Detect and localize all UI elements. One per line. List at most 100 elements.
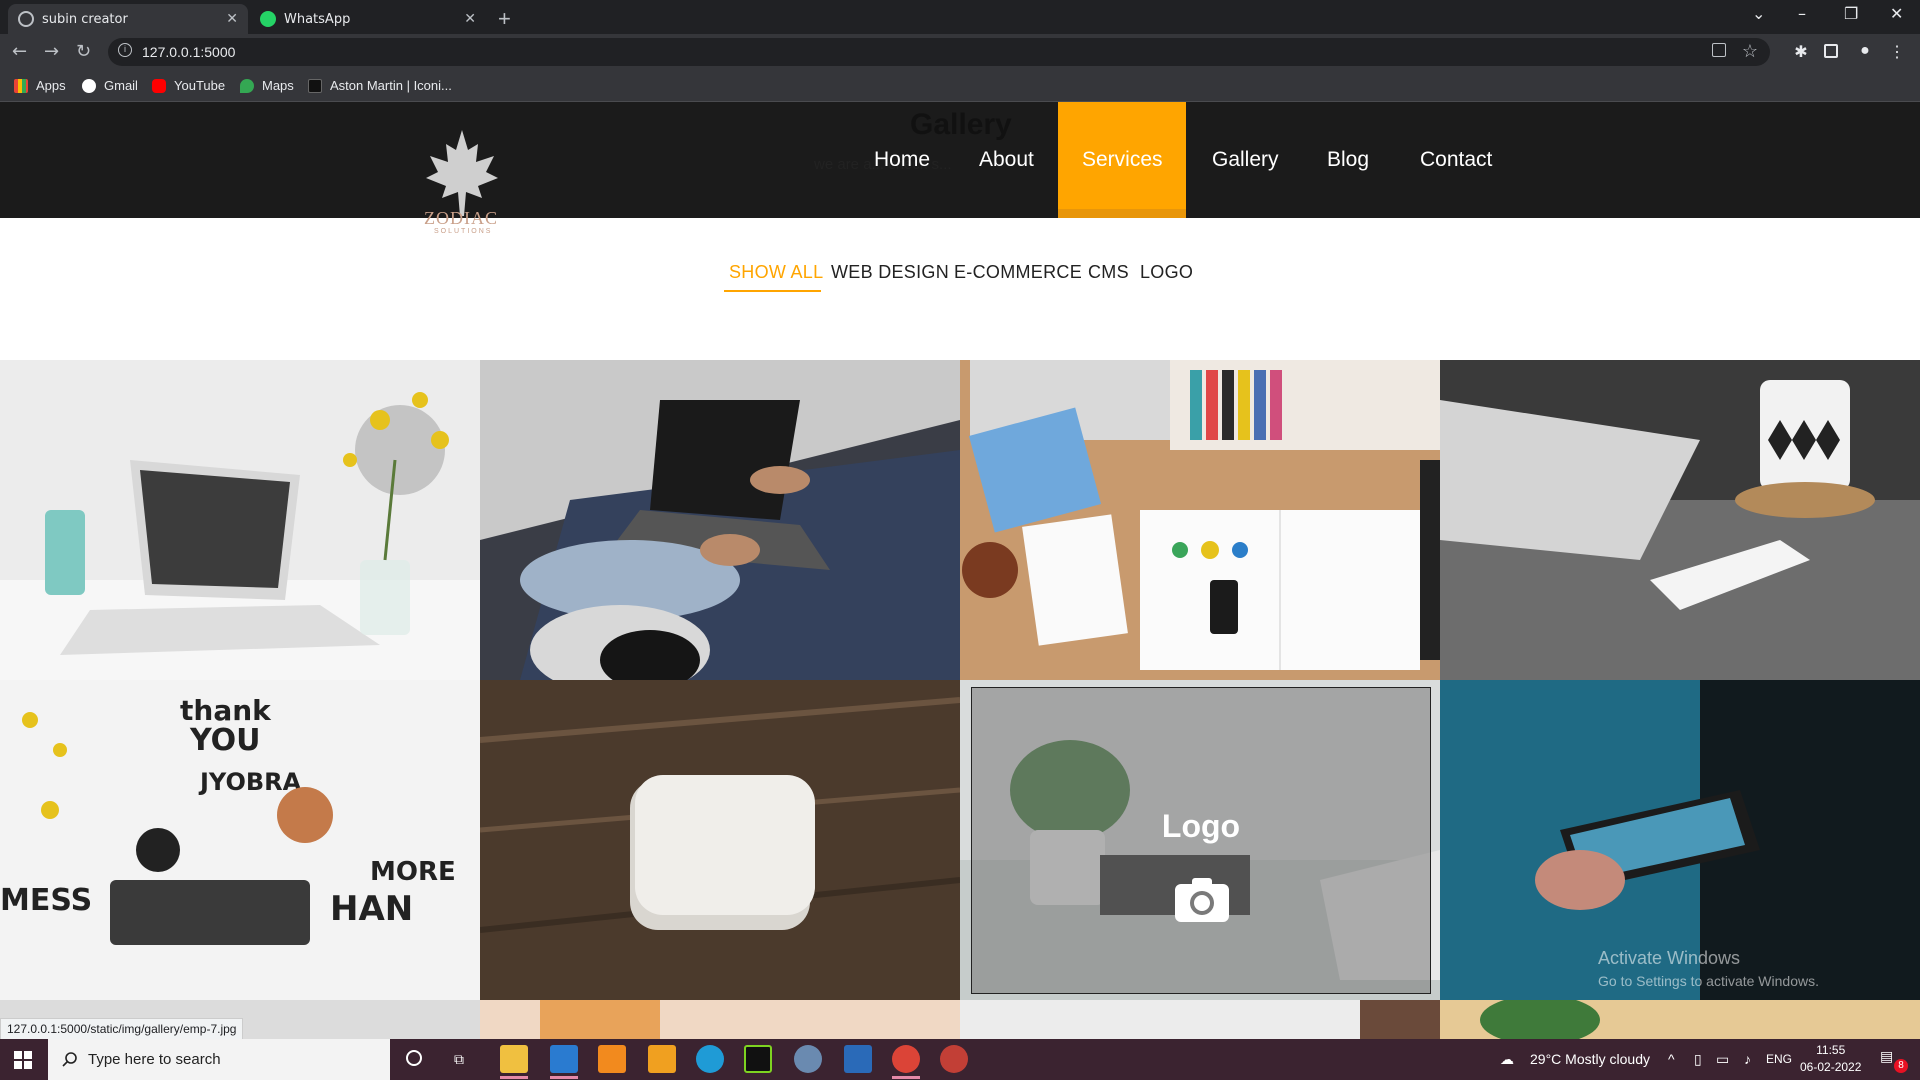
gallery-item-desk-books[interactable] bbox=[960, 360, 1440, 680]
taskbar-clock[interactable]: 11:55 06-02-2022 bbox=[1800, 1042, 1861, 1076]
pycharm-icon[interactable] bbox=[744, 1045, 772, 1073]
gallery-item-row3-4[interactable] bbox=[1440, 1000, 1920, 1039]
cortana-icon[interactable] bbox=[406, 1050, 422, 1066]
gallery-image bbox=[0, 360, 480, 680]
nav-blog[interactable]: Blog bbox=[1303, 102, 1393, 218]
status-link-preview: 127.0.0.1:5000/static/img/gallery/emp-7.… bbox=[0, 1018, 244, 1039]
gallery-item-man-laptop-dog[interactable] bbox=[480, 360, 960, 680]
minimize-button[interactable]: – bbox=[1798, 4, 1806, 23]
gallery-image bbox=[1440, 360, 1920, 680]
youtube-icon bbox=[152, 78, 166, 93]
gallery-filters: SHOW ALL WEB DESIGN E-COMMERCE CMS LOGO bbox=[0, 262, 1920, 292]
volume-icon[interactable]: ♪ bbox=[1744, 1051, 1751, 1067]
bookmark-label: Apps bbox=[36, 78, 66, 93]
photos-icon[interactable] bbox=[844, 1045, 872, 1073]
side-panel-icon[interactable] bbox=[1824, 44, 1838, 58]
nav-home[interactable]: Home bbox=[850, 102, 954, 218]
address-bar[interactable]: i 127.0.0.1:5000 ☆ bbox=[108, 38, 1770, 66]
watermark-line-2: Go to Settings to activate Windows. bbox=[1598, 973, 1819, 989]
filter-web-design[interactable]: WEB DESIGN bbox=[831, 262, 949, 283]
nav-contact[interactable]: Contact bbox=[1396, 102, 1516, 218]
notification-icon[interactable]: ▤ bbox=[1880, 1048, 1893, 1065]
weather-text[interactable]: 29°C Mostly cloudy bbox=[1530, 1051, 1650, 1067]
network-icon[interactable]: ▭ bbox=[1716, 1051, 1729, 1068]
logo-text: ZODIAC bbox=[424, 208, 498, 228]
nav-about[interactable]: About bbox=[955, 102, 1058, 218]
windows-start-icon[interactable] bbox=[14, 1051, 32, 1069]
store-icon[interactable] bbox=[648, 1045, 676, 1073]
chrome-icon[interactable] bbox=[892, 1045, 920, 1079]
bookmark-label: Aston Martin | Iconi... bbox=[330, 78, 452, 93]
gallery-item-coaster-wood[interactable] bbox=[480, 680, 960, 1000]
svg-text:HAN: HAN bbox=[330, 889, 413, 929]
bookmark-aston-martin[interactable]: Aston Martin | Iconi... bbox=[308, 78, 452, 93]
language-indicator[interactable]: ENG bbox=[1766, 1052, 1792, 1066]
gallery-item-logo-hover[interactable]: Logo bbox=[960, 680, 1440, 1000]
bookmark-apps[interactable]: Apps bbox=[14, 78, 66, 93]
restore-button[interactable]: ❐ bbox=[1844, 4, 1858, 23]
bookmark-youtube[interactable]: YouTube bbox=[152, 78, 225, 93]
bookmarks-bar: Apps Gmail YouTube Maps Aston Martin | I… bbox=[0, 70, 1920, 102]
search-placeholder: Type here to search bbox=[88, 1051, 221, 1068]
chrome-profile-icon[interactable] bbox=[940, 1045, 968, 1073]
maps-icon bbox=[240, 78, 254, 93]
tray-device-icon[interactable]: ▯ bbox=[1694, 1051, 1702, 1068]
filter-e-commerce[interactable]: E-COMMERCE bbox=[954, 262, 1082, 283]
gallery-image: thank YOU JYOBRA MESS HAN MORE bbox=[0, 680, 480, 1000]
mail-icon[interactable] bbox=[550, 1045, 578, 1079]
nav-services[interactable]: Services bbox=[1058, 102, 1186, 218]
filter-cms[interactable]: CMS bbox=[1088, 262, 1129, 283]
gallery-image bbox=[1440, 1000, 1920, 1039]
tab-whatsapp[interactable]: WhatsApp ✕ bbox=[250, 4, 486, 34]
camera-icon[interactable] bbox=[1175, 876, 1229, 922]
gallery-item-row3-3[interactable] bbox=[960, 1000, 1440, 1039]
gallery-item-phone-coffee[interactable] bbox=[1440, 360, 1920, 680]
hover-overlay[interactable]: Logo bbox=[971, 687, 1431, 994]
activate-windows-watermark: Activate Windows Go to Settings to activ… bbox=[1598, 948, 1819, 989]
new-tab-button[interactable]: + bbox=[498, 6, 511, 32]
filter-show-all[interactable]: SHOW ALL bbox=[729, 262, 823, 283]
paint-icon[interactable] bbox=[794, 1045, 822, 1073]
search-icon bbox=[62, 1052, 77, 1067]
weather-cloud-icon[interactable]: ☁ bbox=[1500, 1051, 1514, 1068]
clock-time: 11:55 bbox=[1816, 1043, 1846, 1057]
browser-toolbar: ← → ↻ i 127.0.0.1:5000 ☆ ✱ ● ⋮ bbox=[0, 34, 1920, 70]
file-explorer-icon[interactable] bbox=[500, 1045, 528, 1079]
bookmark-label: Maps bbox=[262, 78, 294, 93]
reload-button[interactable]: ↻ bbox=[76, 41, 91, 62]
bookmark-maps[interactable]: Maps bbox=[240, 78, 294, 93]
share-icon[interactable] bbox=[1712, 43, 1726, 57]
close-icon[interactable]: ✕ bbox=[226, 11, 238, 27]
taskbar-search-box[interactable]: Type here to search bbox=[48, 1039, 390, 1080]
filter-logo[interactable]: LOGO bbox=[1140, 262, 1193, 283]
bookmark-gmail[interactable]: Gmail bbox=[82, 78, 138, 93]
menu-kebab-icon[interactable]: ⋮ bbox=[1888, 42, 1906, 61]
tab-subin-creator[interactable]: subin creator ✕ bbox=[8, 4, 248, 34]
nav-gallery[interactable]: Gallery bbox=[1188, 102, 1303, 218]
task-view-icon[interactable]: ⧉ bbox=[454, 1051, 464, 1068]
overlay-title: Logo bbox=[1161, 808, 1241, 844]
globe-icon bbox=[18, 11, 34, 27]
gallery-item-laptop-flowers[interactable] bbox=[0, 360, 480, 680]
xampp-icon[interactable] bbox=[598, 1045, 626, 1073]
tab-search-chevron-icon[interactable]: ⌄ bbox=[1752, 4, 1765, 23]
apps-grid-icon bbox=[14, 78, 28, 93]
gallery-grid: thank YOU JYOBRA MESS HAN MORE Logo bbox=[0, 360, 1920, 1039]
gallery-item-creative-mess[interactable]: thank YOU JYOBRA MESS HAN MORE bbox=[0, 680, 480, 1000]
profile-icon[interactable]: ● bbox=[1856, 42, 1874, 60]
close-window-button[interactable]: ✕ bbox=[1890, 4, 1903, 23]
bookmark-star-icon[interactable]: ☆ bbox=[1742, 41, 1758, 62]
forward-button[interactable]: → bbox=[44, 41, 59, 62]
url-text: 127.0.0.1:5000 bbox=[142, 44, 236, 60]
back-button[interactable]: ← bbox=[12, 41, 27, 62]
edge-icon[interactable] bbox=[696, 1045, 724, 1073]
clock-date: 06-02-2022 bbox=[1800, 1060, 1862, 1074]
gallery-image bbox=[960, 360, 1440, 680]
gallery-item-row3-2[interactable] bbox=[480, 1000, 960, 1039]
close-icon[interactable]: ✕ bbox=[464, 11, 476, 27]
site-info-icon[interactable]: i bbox=[118, 43, 132, 57]
whatsapp-icon bbox=[260, 11, 276, 27]
extensions-icon[interactable]: ✱ bbox=[1792, 42, 1810, 61]
tab-title: subin creator bbox=[42, 11, 128, 27]
tray-chevron-icon[interactable]: ^ bbox=[1668, 1051, 1675, 1067]
